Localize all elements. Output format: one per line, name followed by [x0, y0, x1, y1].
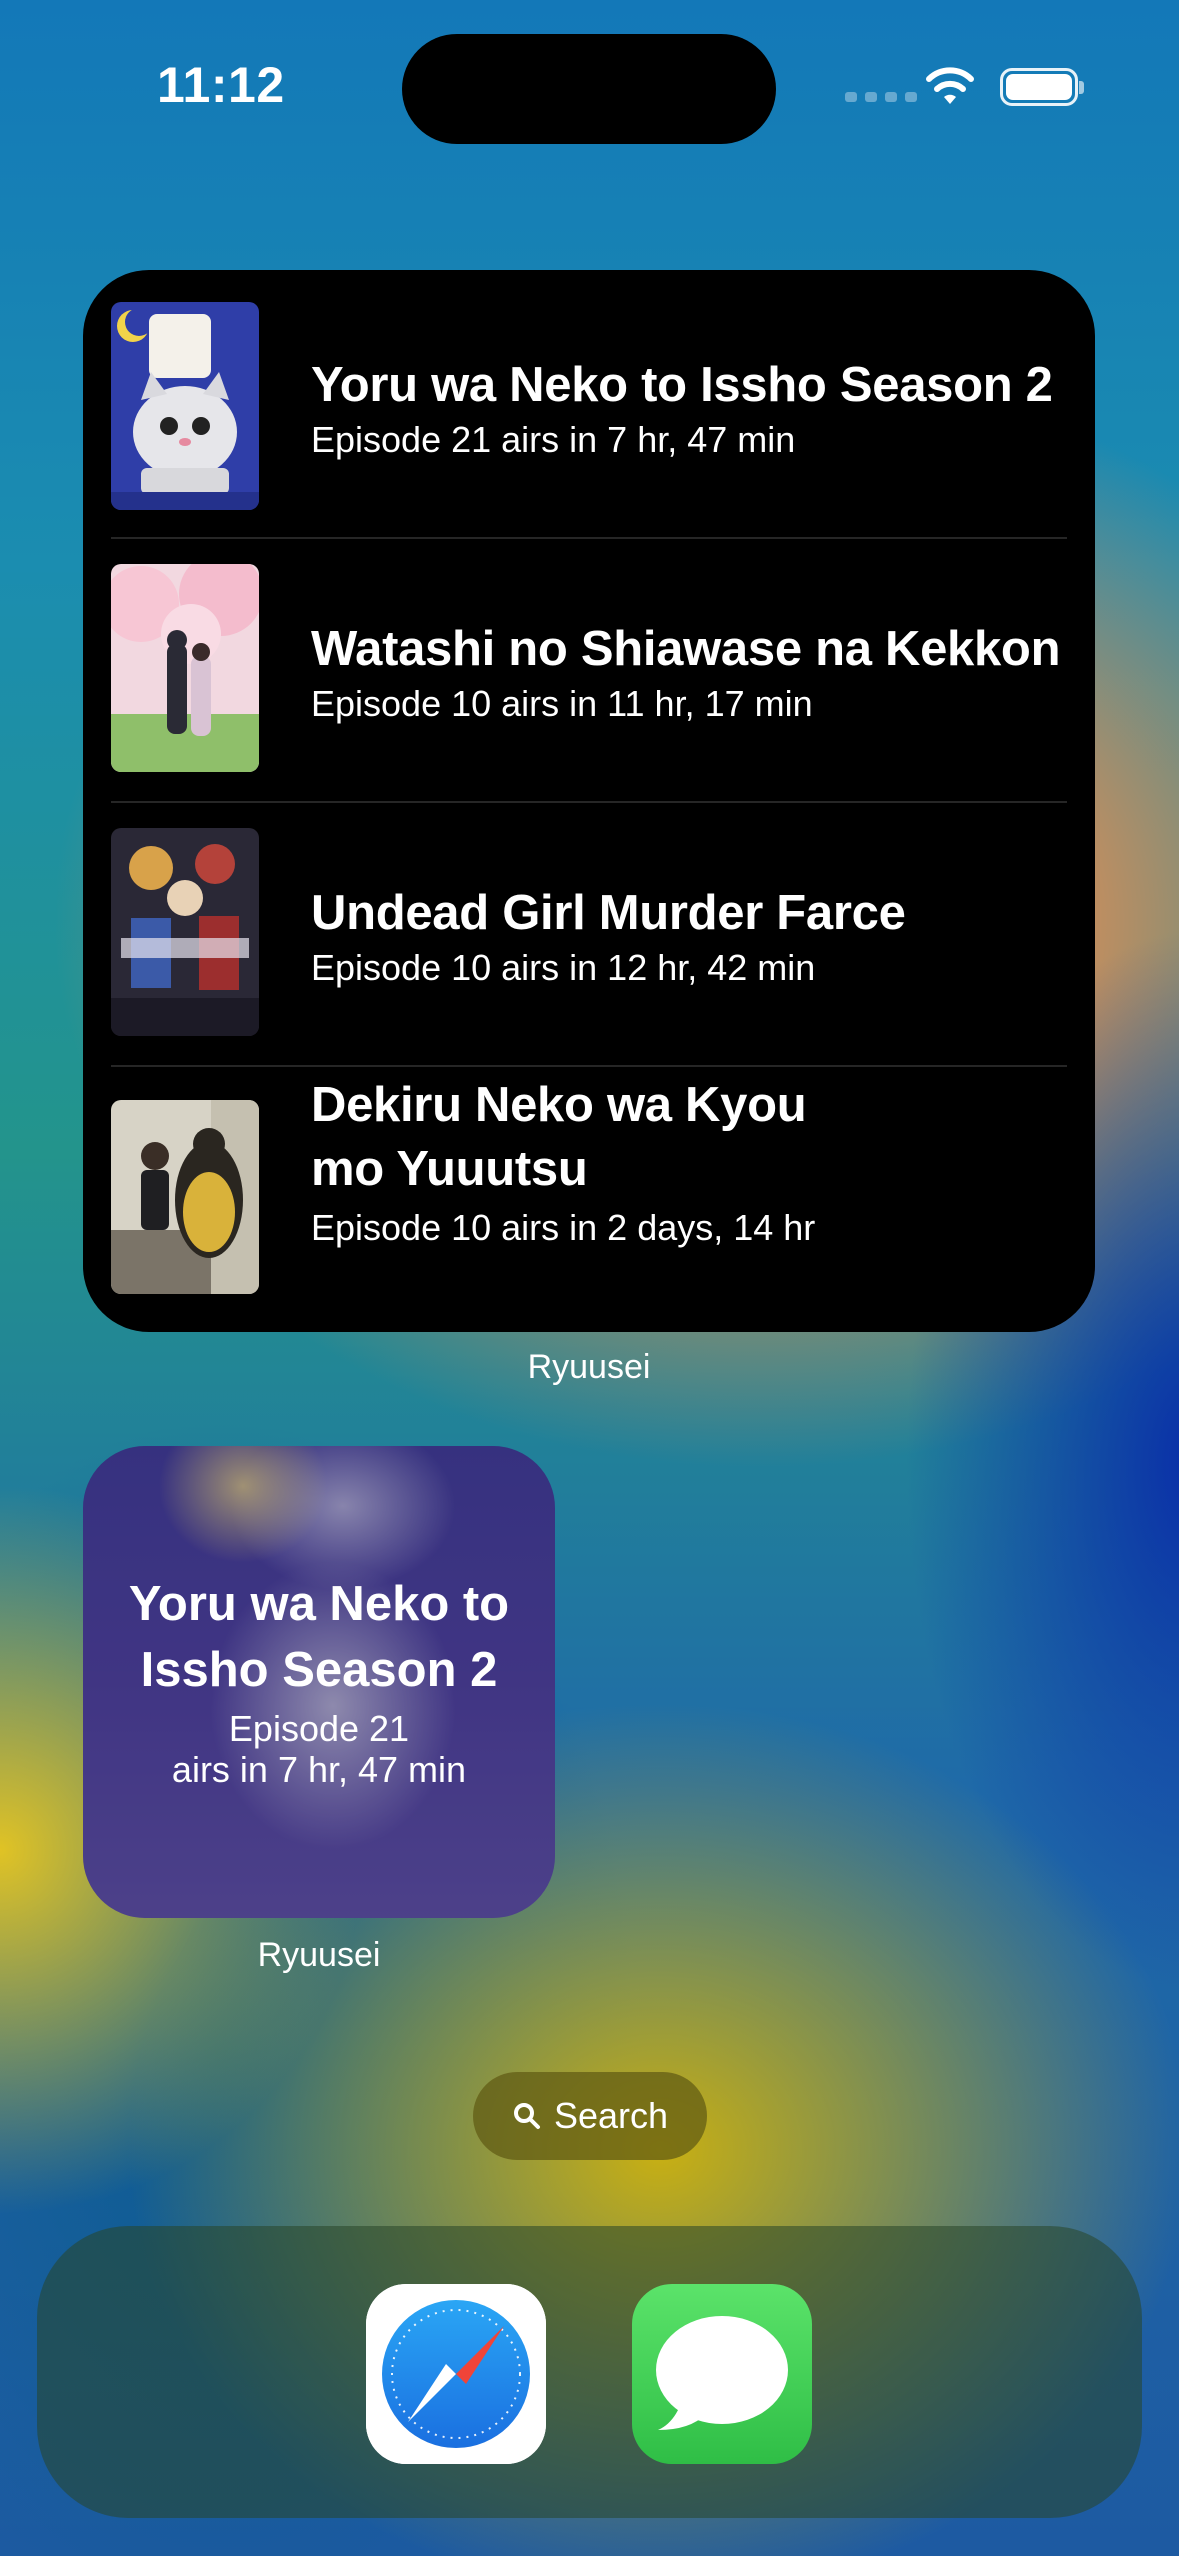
episode-countdown: Episode 10 airs in 11 hr, 17 min — [311, 683, 813, 724]
list-item[interactable]: Yoru wa Neko to Issho Season 2 Episode 2… — [111, 270, 1067, 534]
upcoming-episodes-widget[interactable]: Yoru wa Neko to Issho Season 2 Episode 2… — [83, 270, 1095, 1332]
wifi-icon — [926, 67, 974, 104]
episode-number: Episode 21 — [228, 1708, 410, 1749]
status-time: 11:12 — [157, 57, 285, 113]
list-item[interactable]: Undead Girl Murder Farce Episode 10 airs… — [111, 798, 1067, 1062]
show-title: Yoru wa Neko to Issho Season 2 — [311, 358, 1053, 412]
show-title-line-2: Issho Season 2 — [140, 1643, 498, 1697]
search-button[interactable]: Search — [473, 2072, 707, 2160]
show-title: Undead Girl Murder Farce — [311, 886, 906, 940]
search-icon — [513, 2103, 540, 2129]
countdown-text: airs in 7 hr, 47 min — [171, 1749, 467, 1790]
next-episode-widget[interactable]: Yoru wa Neko to Issho Season 2 Episode 2… — [83, 1446, 555, 1918]
messages-app-icon[interactable] — [632, 2284, 812, 2464]
episode-countdown: Episode 10 airs in 12 hr, 42 min — [311, 947, 816, 988]
dynamic-island — [402, 34, 776, 144]
episode-countdown: Episode 21 airs in 7 hr, 47 min — [311, 419, 796, 460]
show-title: Yoru wa Neko to Issho Season 2 — [83, 1571, 555, 1703]
poster-thumbnail — [111, 302, 259, 510]
search-label: Search — [553, 2095, 669, 2136]
poster-thumbnail — [111, 828, 259, 1036]
poster-thumbnail — [111, 1100, 259, 1294]
episode-countdown: Episode 10 airs in 2 days, 14 hr — [311, 1207, 816, 1248]
dock — [37, 2226, 1142, 2518]
show-title-line-1: Dekiru Neko wa Kyou — [311, 1078, 807, 1132]
show-title-line-2: mo Yuuutsu — [311, 1142, 588, 1196]
episode-countdown: Episode 21 airs in 7 hr, 47 min — [83, 1708, 555, 1790]
cellular-signal-icon — [845, 92, 917, 102]
widget-caption: Ryuusei — [257, 1936, 381, 1974]
list-item[interactable]: Dekiru Neko wa Kyou mo Yuuutsu Episode 1… — [111, 1062, 1067, 1332]
list-item[interactable]: Watashi no Shiawase na Kekkon Episode 10… — [111, 534, 1067, 798]
show-title: Watashi no Shiawase na Kekkon — [311, 622, 1061, 676]
poster-thumbnail — [111, 564, 259, 772]
show-title-line-1: Yoru wa Neko to — [128, 1577, 510, 1631]
safari-app-icon[interactable] — [366, 2284, 546, 2464]
battery-icon — [1000, 68, 1084, 106]
widget-caption: Ryuusei — [527, 1348, 651, 1386]
